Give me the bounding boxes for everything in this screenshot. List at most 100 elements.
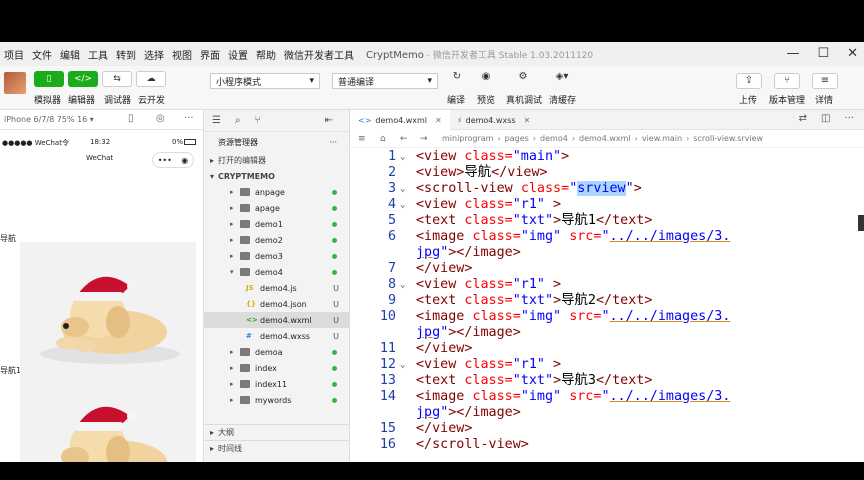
phone-icon[interactable]: ▯ <box>128 113 134 124</box>
source-control-icon[interactable]: ⑂ <box>255 115 261 126</box>
code-line[interactable]: 4 ⌄ <view class="r1" > <box>350 197 864 213</box>
tree-folder-apage[interactable]: ▸ apage <box>204 200 349 216</box>
menu-help[interactable]: 帮助 <box>252 47 280 62</box>
breadcrumb-item[interactable]: pages <box>505 134 529 143</box>
tree-folder-demoa[interactable]: ▸ demoa <box>204 344 349 360</box>
forward-icon[interactable]: → <box>420 134 428 144</box>
close-circle-icon[interactable]: ◉ <box>181 156 188 165</box>
open-editors-section[interactable]: ▸ 打开的编辑器 <box>204 152 349 168</box>
explorer-icon[interactable]: ☰ <box>212 115 221 126</box>
tree-folder-index[interactable]: ▸ index <box>204 360 349 376</box>
code-line[interactable]: 11 </view> <box>350 341 864 357</box>
menu-goto[interactable]: 转到 <box>112 47 140 62</box>
version-button[interactable]: ⑂ <box>774 73 800 89</box>
tab-demo4-wxss[interactable]: ♯ demo4.wxss ✕ <box>450 110 539 130</box>
mini-program-capsule[interactable]: ••• ◉ <box>152 152 194 168</box>
list-icon[interactable]: ≡ <box>358 134 366 144</box>
record-icon[interactable]: ◎ <box>156 113 165 124</box>
tree-folder-demo3[interactable]: ▸ demo3 <box>204 248 349 264</box>
fold-icon[interactable]: ⌄ <box>400 197 405 213</box>
clear-cache-button[interactable]: ◈▾ <box>551 71 573 87</box>
scrollbar[interactable] <box>858 215 864 231</box>
tree-file-demo4-wxss[interactable]: # demo4.wxss U <box>204 328 349 344</box>
search-icon[interactable]: ⌕ <box>235 115 241 126</box>
menu-view[interactable]: 视图 <box>168 47 196 62</box>
code-line[interactable]: 12 ⌄ <view class="r1" > <box>350 357 864 373</box>
tree-file-demo4-js[interactable]: JS demo4.js U <box>204 280 349 296</box>
bookmark-icon[interactable]: ⌂ <box>380 134 386 144</box>
tree-folder-demo2[interactable]: ▸ demo2 <box>204 232 349 248</box>
more-icon[interactable]: ··· <box>844 113 854 124</box>
breadcrumb-item[interactable]: demo4.wxml <box>579 134 631 143</box>
tree-folder-demo1[interactable]: ▸ demo1 <box>204 216 349 232</box>
minimize-icon[interactable]: — <box>786 46 799 61</box>
breadcrumb-item[interactable]: miniprogram <box>442 134 493 143</box>
editor-toggle-button[interactable]: </> <box>68 71 98 87</box>
fold-icon[interactable]: ⌄ <box>400 277 405 293</box>
tree-file-demo4-wxml[interactable]: <> demo4.wxml U <box>204 312 349 328</box>
avatar[interactable] <box>4 72 26 94</box>
code-line[interactable]: jpg"></image> <box>350 405 864 421</box>
code-line[interactable]: 8 ⌄ <view class="r1" > <box>350 277 864 293</box>
code-line[interactable]: jpg"></image> <box>350 245 864 261</box>
simulator-toggle-button[interactable]: ▯ <box>34 71 64 87</box>
more-icon[interactable]: ··· <box>329 138 337 147</box>
project-section[interactable]: ▾ CRYPTMEMO <box>204 168 349 184</box>
code-line[interactable]: jpg"></image> <box>350 325 864 341</box>
menu-settings[interactable]: 设置 <box>224 47 252 62</box>
breadcrumb-item[interactable]: view.main <box>642 134 682 143</box>
more-dots-icon[interactable]: ••• <box>158 156 172 165</box>
preview-button[interactable]: ◉ <box>475 71 497 87</box>
cloud-dev-button[interactable]: ☁ <box>136 71 166 87</box>
details-button[interactable]: ≡ <box>812 73 838 89</box>
code-line[interactable]: 15 </view> <box>350 421 864 437</box>
timeline-section[interactable]: ▸ 时间线 <box>204 440 350 456</box>
back-icon[interactable]: ← <box>400 134 408 144</box>
close-icon[interactable]: ✕ <box>847 46 858 61</box>
code-line[interactable]: 5 <text class="txt">导航1</text> <box>350 213 864 229</box>
menu-tools[interactable]: 工具 <box>84 47 112 62</box>
breadcrumb-item[interactable]: scroll-view.srview <box>693 134 763 143</box>
breadcrumb-item[interactable]: demo4 <box>540 134 568 143</box>
close-icon[interactable]: ✕ <box>435 116 442 125</box>
device-select[interactable]: iPhone 6/7/8 75% 16 ▾ <box>4 115 94 124</box>
split-editor-icon[interactable]: ◫ <box>821 113 830 124</box>
menu-file[interactable]: 文件 <box>28 47 56 62</box>
tab-demo4-wxml[interactable]: <> demo4.wxml ✕ <box>350 110 450 130</box>
tree-folder-demo4[interactable]: ▾ demo4 <box>204 264 349 280</box>
code-line[interactable]: 16 </scroll-view> <box>350 437 864 453</box>
fold-icon[interactable]: ⌄ <box>400 149 405 165</box>
remote-debug-button[interactable]: ⚙ <box>512 71 534 87</box>
outline-section[interactable]: ▸ 大纲 <box>204 424 350 440</box>
maximize-icon[interactable]: ☐ <box>817 46 829 61</box>
compare-icon[interactable]: ⇄ <box>799 113 807 124</box>
compile-select[interactable]: 普通编译 ▾ <box>332 73 438 89</box>
tree-file-demo4-json[interactable]: {} demo4.json U <box>204 296 349 312</box>
code-line[interactable]: 7 </view> <box>350 261 864 277</box>
tree-folder-anpage[interactable]: ▸ anpage <box>204 184 349 200</box>
compile-button[interactable]: ↻ <box>446 71 468 87</box>
code-line[interactable]: 6 <image class="img" src="../../images/3. <box>350 229 864 245</box>
upload-button[interactable]: ⇪ <box>736 73 762 89</box>
tree-folder-mywords[interactable]: ▸ mywords <box>204 392 349 408</box>
menu-interface[interactable]: 界面 <box>196 47 224 62</box>
code-line[interactable]: 14 <image class="img" src="../../images/3… <box>350 389 864 405</box>
code-line[interactable]: 9 <text class="txt">导航2</text> <box>350 293 864 309</box>
more-icon[interactable]: ··· <box>184 113 194 124</box>
code-line[interactable]: 13 <text class="txt">导航3</text> <box>350 373 864 389</box>
menu-select[interactable]: 选择 <box>140 47 168 62</box>
fold-icon[interactable]: ⌄ <box>400 357 405 373</box>
tree-folder-index11[interactable]: ▸ index11 <box>204 376 349 392</box>
collapse-icon[interactable]: ⇤ <box>325 115 333 126</box>
fold-icon[interactable]: ⌄ <box>400 181 405 197</box>
menu-wechat-devtools[interactable]: 微信开发者工具 <box>280 47 358 62</box>
code-line[interactable]: 10 <image class="img" src="../../images/3… <box>350 309 864 325</box>
code-line[interactable]: 1 ⌄ <view class="main"> <box>350 149 864 165</box>
menu-project[interactable]: 项目 <box>0 47 28 62</box>
debugger-toggle-button[interactable]: ⇆ <box>102 71 132 87</box>
mode-select[interactable]: 小程序模式 ▾ <box>210 73 320 89</box>
menu-edit[interactable]: 编辑 <box>56 47 84 62</box>
code-line[interactable]: 2 <view>导航</view> <box>350 165 864 181</box>
code-area[interactable]: 1 ⌄ <view class="main"> 2 <view>导航</view> 3 ⌄ <… <box>350 149 864 462</box>
close-icon[interactable]: ✕ <box>524 116 531 125</box>
